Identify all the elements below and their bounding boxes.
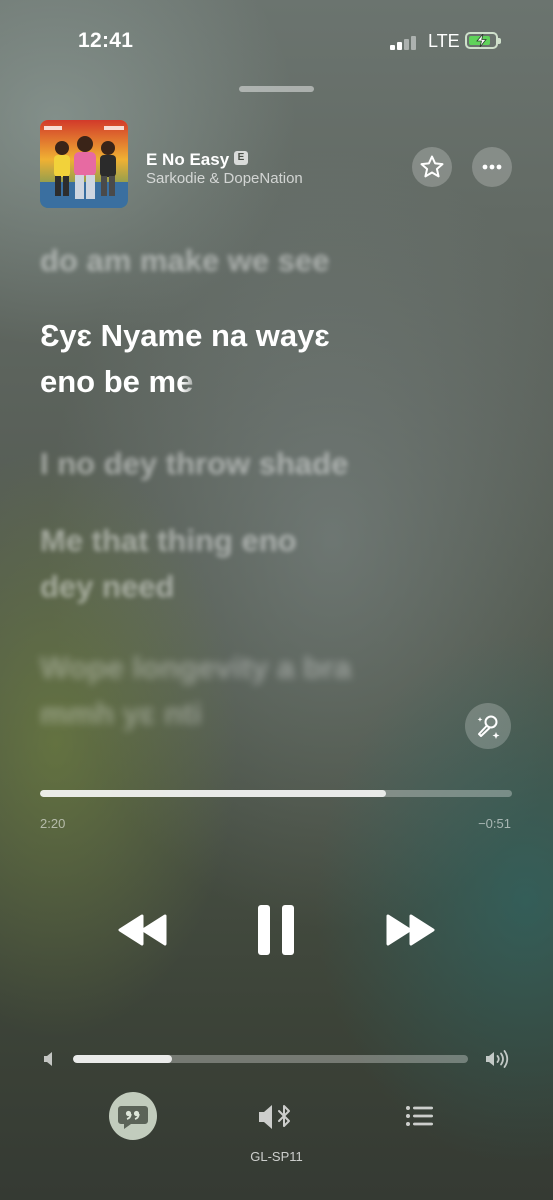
volume-slider[interactable] [73, 1055, 468, 1063]
sing-button[interactable] [465, 703, 511, 749]
lyric-line-current[interactable]: Ɛyɛ Nyame na wayɛ eno be me [40, 313, 500, 405]
fast-forward-icon [386, 914, 435, 946]
pause-button[interactable] [254, 903, 298, 960]
scrubber-played [40, 790, 386, 797]
album-artwork[interactable] [40, 120, 128, 208]
sheet-grabber[interactable] [239, 86, 314, 92]
fast-forward-button[interactable] [384, 908, 440, 953]
queue-button[interactable] [405, 1104, 435, 1133]
status-bar: 12:41 LTE [0, 0, 553, 80]
audio-output-button[interactable] [257, 1101, 297, 1138]
playback-scrubber[interactable] [40, 790, 512, 797]
lyric-text: Wope longevity a bra [40, 650, 352, 685]
lyrics-button[interactable] [109, 1092, 157, 1140]
lyrics-quote-icon [118, 1106, 148, 1129]
lyric-text: Me that thing eno [40, 523, 297, 558]
explicit-badge: E [234, 151, 248, 165]
lyric-unsung-part: e [176, 364, 194, 399]
status-time: 12:41 [78, 29, 134, 52]
song-title[interactable]: E No Easy [146, 150, 229, 170]
elapsed-time: 2:20 [40, 816, 66, 831]
speaker-low-icon [42, 1051, 56, 1072]
lyric-sung-part: eno be m [40, 364, 177, 399]
ellipsis-icon [482, 164, 502, 170]
cellular-signal-icon [390, 34, 418, 50]
queue-list-icon [406, 1106, 433, 1126]
speaker-high-icon [484, 1049, 512, 1074]
speaker-bluetooth-icon [259, 1105, 290, 1129]
artist-name[interactable]: Sarkodie & DopeNation [146, 170, 303, 187]
remaining-time: −0:51 [478, 816, 511, 831]
pause-icon [258, 905, 294, 955]
lyric-text: dey need [40, 569, 175, 604]
lyric-current-line-2: eno be me [40, 359, 500, 405]
lyric-text: mmh yɛ nti [40, 696, 202, 731]
lyric-current-line-1: Ɛyɛ Nyame na wayɛ [40, 318, 330, 353]
lyric-line-upcoming-1[interactable]: Me that thing eno dey need [40, 518, 500, 610]
sing-mic-icon [477, 715, 500, 739]
lyric-line-previous[interactable]: do am make we see [40, 238, 500, 284]
more-options-button[interactable] [472, 147, 512, 187]
output-device-name: GL-SP11 [250, 1149, 303, 1164]
rewind-icon [118, 914, 167, 946]
battery-icon [465, 32, 501, 49]
network-type: LTE [428, 31, 460, 51]
star-icon [420, 155, 444, 178]
volume-level [73, 1055, 172, 1063]
lyric-line-next[interactable]: I no dey throw shade [40, 441, 500, 487]
favorite-button[interactable] [412, 147, 452, 187]
rewind-button[interactable] [114, 908, 170, 953]
lyric-line-upcoming-2[interactable]: Wope longevity a bra mmh yɛ nti [40, 645, 500, 737]
